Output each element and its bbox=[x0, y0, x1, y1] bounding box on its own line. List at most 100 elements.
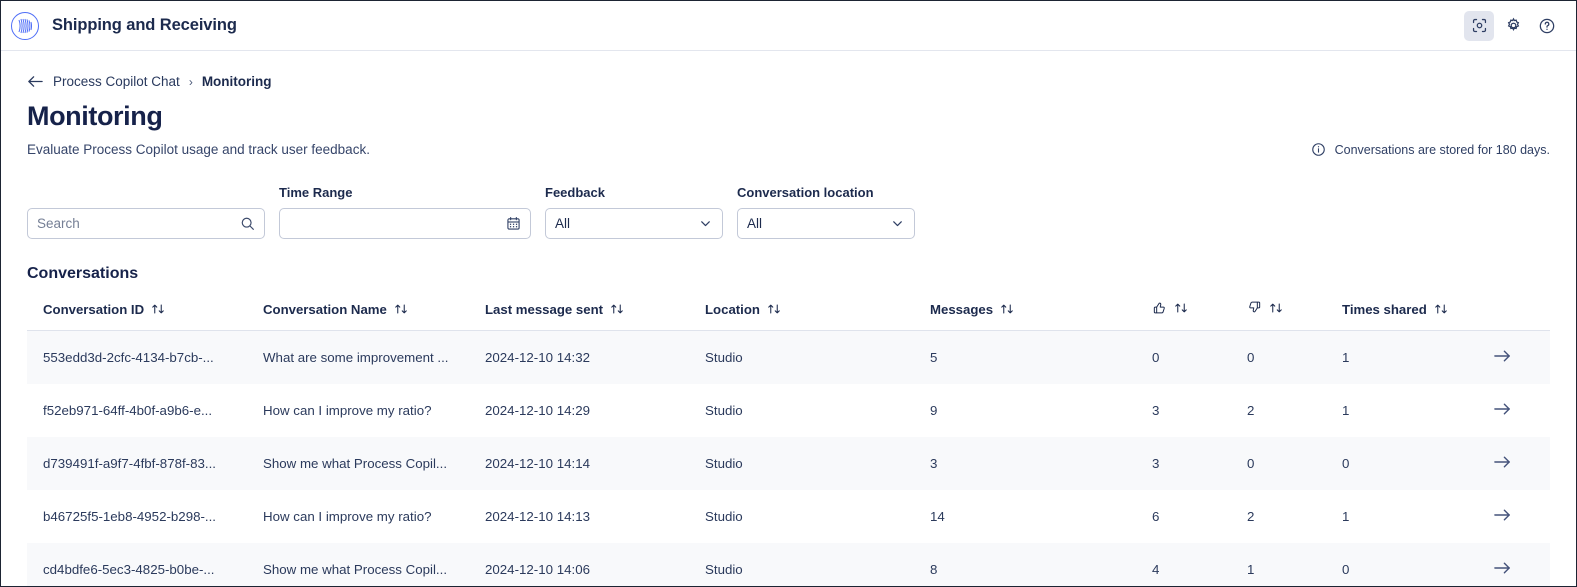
cell-last-message-sent: 2024-12-10 14:06 bbox=[485, 543, 705, 586]
column-label: Conversation ID bbox=[43, 301, 145, 317]
arrow-right-icon[interactable] bbox=[1493, 507, 1512, 523]
conversations-table: Conversation ID Conversation Name Last m… bbox=[27, 294, 1550, 586]
cell-conversation-name: How can I improve my ratio? bbox=[263, 509, 432, 524]
column-header-location[interactable]: Location bbox=[705, 294, 930, 331]
help-circle-icon bbox=[1538, 17, 1556, 35]
cell-conversation-id: d739491f-a9f7-4fbf-878f-83... bbox=[27, 437, 263, 490]
help-button[interactable] bbox=[1532, 11, 1562, 41]
scan-frame-icon bbox=[1471, 17, 1488, 34]
conversation-location-select[interactable]: All bbox=[737, 208, 915, 239]
cell-times-shared: 1 bbox=[1342, 509, 1350, 524]
time-range-input[interactable] bbox=[279, 208, 531, 239]
cell-location: Studio bbox=[705, 403, 743, 418]
sort-updown-icon[interactable] bbox=[1269, 301, 1283, 315]
feedback-field: Feedback All bbox=[545, 185, 723, 239]
app-header: Shipping and Receiving bbox=[1, 1, 1576, 51]
arrow-left-icon[interactable] bbox=[27, 74, 44, 89]
column-header-conversation-name[interactable]: Conversation Name bbox=[263, 294, 485, 331]
cell-conversation-id: b46725f5-1eb8-4952-b298-... bbox=[43, 509, 216, 524]
sort-updown-icon[interactable] bbox=[151, 302, 165, 316]
column-header-times-shared[interactable]: Times shared bbox=[1342, 294, 1492, 331]
column-label: Location bbox=[705, 301, 760, 317]
table-row[interactable]: d739491f-a9f7-4fbf-878f-83... Show me wh… bbox=[27, 437, 1550, 490]
conversation-location-field: Conversation location All bbox=[737, 185, 915, 239]
time-range-field: Time Range bbox=[279, 185, 531, 239]
sort-updown-icon[interactable] bbox=[1434, 302, 1448, 316]
table-row[interactable]: cd4bdfe6-5ec3-4825-b0be-... Show me what… bbox=[27, 543, 1550, 586]
cell-conversation-id: 553edd3d-2cfc-4134-b7cb-... bbox=[27, 330, 263, 384]
cell-thumbs-up: 4 bbox=[1152, 543, 1247, 586]
cell-thumbs-down: 2 bbox=[1247, 509, 1255, 524]
cell-last-message-sent: 2024-12-10 14:32 bbox=[485, 330, 705, 384]
thumbs-down-icon bbox=[1247, 300, 1262, 315]
sort-updown-icon[interactable] bbox=[394, 302, 408, 316]
search-field: Search bbox=[27, 185, 265, 239]
column-header-open bbox=[1492, 294, 1550, 331]
company-circle-logo-icon bbox=[11, 11, 39, 40]
cell-messages: 8 bbox=[930, 543, 1152, 586]
page-title: Monitoring bbox=[27, 101, 163, 131]
breadcrumb: Process Copilot Chat › Monitoring bbox=[27, 74, 1550, 89]
column-header-conversation-id[interactable]: Conversation ID bbox=[27, 294, 263, 331]
scan-button[interactable] bbox=[1464, 10, 1494, 41]
search-input[interactable]: Search bbox=[27, 208, 265, 239]
cell-open bbox=[1492, 384, 1550, 437]
cell-times-shared: 0 bbox=[1342, 437, 1492, 490]
table-row[interactable]: 553edd3d-2cfc-4134-b7cb-... What are som… bbox=[27, 330, 1550, 384]
feedback-label: Feedback bbox=[545, 185, 605, 200]
breadcrumb-current: Monitoring bbox=[201, 74, 272, 89]
cell-conversation-name: How can I improve my ratio? bbox=[263, 403, 432, 418]
column-header-messages[interactable]: Messages bbox=[930, 294, 1152, 331]
settings-button[interactable] bbox=[1498, 11, 1528, 41]
column-header-thumbs-down[interactable] bbox=[1247, 294, 1342, 331]
cell-conversation-id: f52eb971-64ff-4b0f-a9b6-e... bbox=[43, 403, 213, 418]
cell-thumbs-up: 6 bbox=[1152, 509, 1160, 524]
sort-updown-icon[interactable] bbox=[610, 302, 624, 316]
cell-open bbox=[1492, 543, 1550, 586]
table-row[interactable]: f52eb971-64ff-4b0f-a9b6-e... How can I i… bbox=[27, 384, 1550, 437]
chevron-down-icon[interactable] bbox=[698, 216, 713, 231]
cell-last-message-sent: 2024-12-10 14:13 bbox=[485, 509, 590, 524]
conversation-location-label: Conversation location bbox=[737, 185, 874, 200]
arrow-right-icon[interactable] bbox=[1493, 401, 1512, 417]
sort-updown-icon[interactable] bbox=[1174, 301, 1188, 315]
retention-text: Conversations are stored for 180 days. bbox=[1334, 142, 1550, 157]
page-content: Process Copilot Chat › Monitoring Monito… bbox=[1, 74, 1576, 586]
cell-open bbox=[1492, 330, 1550, 384]
chevron-down-icon[interactable] bbox=[890, 216, 905, 231]
cell-open bbox=[1492, 437, 1550, 490]
column-label: Last message sent bbox=[485, 301, 604, 317]
cell-thumbs-down: 0 bbox=[1247, 330, 1342, 384]
cell-thumbs-up: 3 bbox=[1152, 403, 1160, 418]
gear-icon bbox=[1505, 17, 1522, 34]
arrow-right-icon[interactable] bbox=[1493, 560, 1512, 576]
brand: Shipping and Receiving bbox=[11, 11, 237, 40]
cell-conversation-name: What are some improvement ... bbox=[263, 330, 485, 384]
cell-location: Studio bbox=[705, 509, 743, 524]
cell-last-message-sent: 2024-12-10 14:29 bbox=[485, 403, 590, 418]
retention-notice: Conversations are stored for 180 days. bbox=[1311, 142, 1550, 157]
table-row[interactable]: b46725f5-1eb8-4952-b298-... How can I im… bbox=[27, 490, 1550, 543]
feedback-value: All bbox=[555, 216, 571, 231]
sort-updown-icon[interactable] bbox=[1000, 302, 1014, 316]
search-icon[interactable] bbox=[240, 216, 255, 231]
feedback-select[interactable]: All bbox=[545, 208, 723, 239]
conversations-table-body: 553edd3d-2cfc-4134-b7cb-... What are som… bbox=[27, 330, 1550, 586]
cell-times-shared: 1 bbox=[1342, 403, 1350, 418]
app-header-actions bbox=[1464, 10, 1562, 41]
conversation-location-value: All bbox=[747, 216, 763, 231]
sort-updown-icon[interactable] bbox=[767, 302, 781, 316]
column-header-last-message-sent[interactable]: Last message sent bbox=[485, 294, 705, 331]
cell-location: Studio bbox=[705, 330, 930, 384]
calendar-icon[interactable] bbox=[506, 216, 521, 231]
cell-messages: 5 bbox=[930, 330, 1152, 384]
arrow-right-icon[interactable] bbox=[1493, 454, 1512, 470]
filter-bar: Search Time Range Feedback All Conversat… bbox=[27, 185, 1550, 239]
arrow-right-icon[interactable] bbox=[1493, 348, 1512, 364]
column-label: Times shared bbox=[1342, 301, 1427, 317]
breadcrumb-parent[interactable]: Process Copilot Chat bbox=[53, 74, 180, 89]
cell-open bbox=[1492, 490, 1550, 543]
column-label: Conversation Name bbox=[263, 301, 387, 317]
conversations-heading: Conversations bbox=[27, 265, 139, 282]
column-header-thumbs-up[interactable] bbox=[1152, 294, 1247, 331]
